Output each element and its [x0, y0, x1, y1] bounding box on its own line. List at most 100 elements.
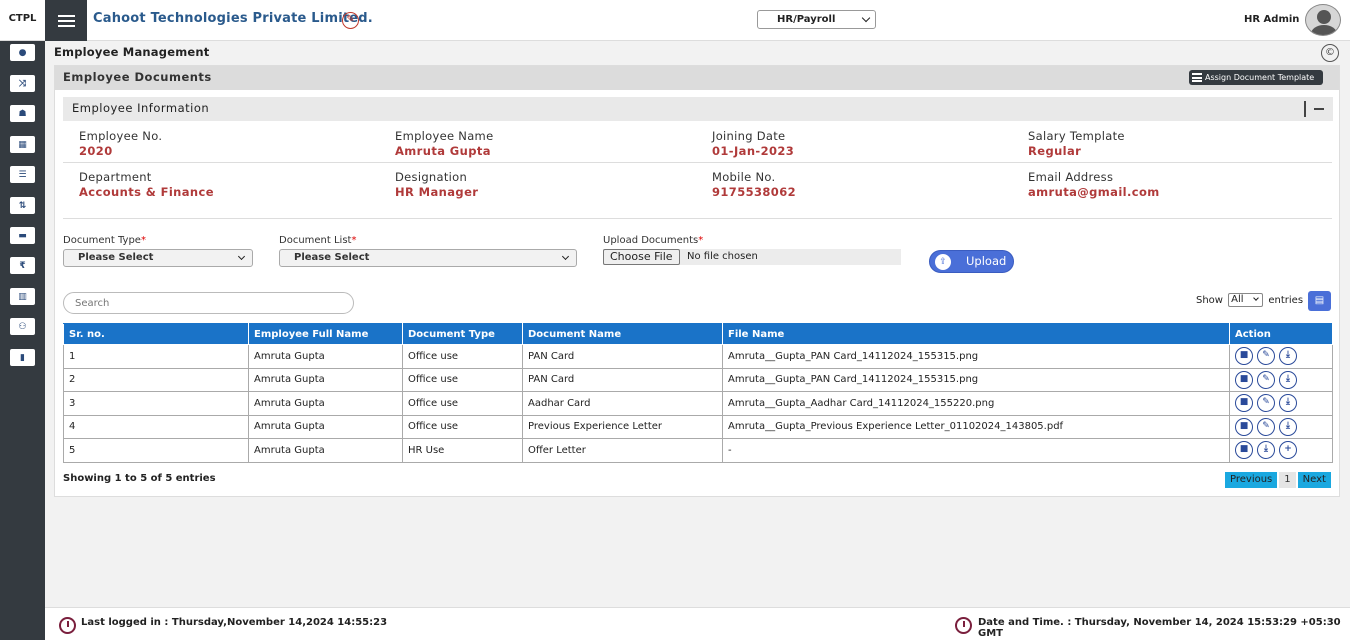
- shuffle-icon[interactable]: ⤨: [10, 75, 35, 92]
- cell-actions: ■ ✎ ⤓: [1229, 391, 1333, 416]
- field-value: HR Manager: [395, 185, 479, 199]
- cell-actions: ■ ✎ ⤓: [1229, 414, 1333, 439]
- cell-type: HR Use: [402, 438, 523, 463]
- page-number[interactable]: 1: [1279, 472, 1296, 488]
- employee-info-header: Employee Information: [63, 97, 1333, 121]
- cell-type: Office use: [402, 344, 523, 369]
- download-icon[interactable]: ⤓: [1279, 370, 1297, 389]
- column-header[interactable]: Employee Full Name: [248, 323, 403, 345]
- field-label: Salary Template: [1028, 129, 1125, 143]
- money-icon[interactable]: ▬: [10, 227, 35, 244]
- delete-icon[interactable]: ■: [1235, 441, 1253, 460]
- calendar-icon[interactable]: ▦: [10, 136, 35, 153]
- choose-file-button[interactable]: Choose File: [603, 249, 680, 265]
- clock-icon: [59, 617, 76, 634]
- required-mark: *: [351, 235, 357, 246]
- delete-icon[interactable]: ■: [1235, 347, 1253, 366]
- column-header[interactable]: Sr. no.: [63, 323, 249, 345]
- list-icon: [1192, 73, 1202, 82]
- download-icon[interactable]: ⤓: [1279, 417, 1297, 436]
- current-datetime: Date and Time. : Thursday, November 14, …: [978, 617, 1341, 639]
- cell-sr: 1: [63, 344, 249, 369]
- cell-file: Amruta__Gupta_Aadhar Card_14112024_15522…: [722, 391, 1230, 416]
- export-excel-icon[interactable]: ▤: [1308, 291, 1331, 311]
- top-bar: CTPL Cahoot Technologies Private Limited…: [0, 0, 1350, 41]
- users-icon[interactable]: ☗: [10, 105, 35, 122]
- download-icon[interactable]: ⤓: [1257, 441, 1275, 460]
- divider: [63, 218, 1332, 219]
- hamburger-icon: [57, 14, 75, 17]
- cell-actions: ■ ✎ ⤓: [1229, 367, 1333, 392]
- entries-value: All: [1231, 294, 1244, 305]
- avatar-body: [1311, 25, 1337, 35]
- sort-icon[interactable]: ⇅: [10, 197, 35, 214]
- document-type-select[interactable]: Please Select: [63, 249, 253, 267]
- delete-icon[interactable]: ■: [1235, 417, 1253, 436]
- module-select-value: HR/Payroll: [777, 14, 836, 25]
- field-label: Mobile No.: [712, 170, 776, 184]
- delete-icon[interactable]: ■: [1235, 394, 1253, 413]
- cell-doc: PAN Card: [522, 367, 723, 392]
- info-icon[interactable]: ●: [10, 44, 35, 61]
- chart-icon[interactable]: ▥: [10, 288, 35, 305]
- cell-name: Amruta Gupta: [248, 414, 403, 439]
- no-file-text: No file chosen: [687, 251, 758, 262]
- cell-actions: ■ ✎ ⤓: [1229, 344, 1333, 369]
- clock-icon: [955, 617, 972, 634]
- divider: [63, 162, 1332, 163]
- field-value: Accounts & Finance: [79, 185, 214, 199]
- cell-name: Amruta Gupta: [248, 438, 403, 463]
- column-header[interactable]: Document Name: [522, 323, 723, 345]
- column-header[interactable]: File Name: [722, 323, 1230, 345]
- field-value: 01-Jan-2023: [712, 144, 795, 158]
- cell-doc: Offer Letter: [522, 438, 723, 463]
- column-header[interactable]: Document Type: [402, 323, 523, 345]
- copyright-icon[interactable]: ©: [1321, 44, 1339, 62]
- field-email-address: Email Address amruta@gmail.com: [1028, 170, 1160, 199]
- rupee-icon[interactable]: ₹: [10, 257, 35, 274]
- field-label: Employee No.: [79, 129, 163, 143]
- documents-table: Sr. no. Employee Full Name Document Type…: [63, 323, 1333, 463]
- download-icon[interactable]: ⤓: [1279, 394, 1297, 413]
- search-input[interactable]: [63, 292, 354, 314]
- menu-toggle-button[interactable]: [45, 0, 87, 41]
- edit-icon[interactable]: ✎: [1257, 394, 1275, 413]
- cell-file: Amruta__Gupta_Previous Experience Letter…: [722, 414, 1230, 439]
- document-type-label: Document Type*: [63, 235, 146, 246]
- table-row: 2 Amruta Gupta Office use PAN Card Amrut…: [63, 367, 1333, 392]
- next-button[interactable]: Next: [1297, 472, 1331, 488]
- employee-documents-panel: Employee Documents Assign Document Templ…: [54, 65, 1340, 497]
- edit-icon[interactable]: ✎: [1257, 370, 1275, 389]
- edit-icon[interactable]: ✎: [1257, 347, 1275, 366]
- cell-doc: Aadhar Card: [522, 391, 723, 416]
- entries-select[interactable]: All: [1228, 293, 1264, 307]
- download-icon[interactable]: ⤓: [1279, 347, 1297, 366]
- label-text: Document Type: [63, 235, 141, 246]
- previous-button[interactable]: Previous: [1225, 472, 1278, 488]
- field-label: Email Address: [1028, 170, 1114, 184]
- delete-icon[interactable]: ■: [1235, 370, 1253, 389]
- edit-company-icon[interactable]: ✎: [342, 12, 359, 29]
- upload-button[interactable]: ⇪ Upload: [929, 250, 1014, 273]
- collapse-minus-icon[interactable]: [1314, 108, 1324, 110]
- avatar[interactable]: [1305, 4, 1341, 36]
- app-short-name: CTPL: [8, 13, 37, 24]
- document-list-select[interactable]: Please Select: [279, 249, 577, 267]
- bookmark-icon[interactable]: ▮: [10, 349, 35, 366]
- cell-sr: 3: [63, 391, 249, 416]
- field-value: Amruta Gupta: [395, 144, 491, 158]
- org-chart-icon[interactable]: ⚇: [10, 318, 35, 335]
- last-logged-in: Last logged in : Thursday,November 14,20…: [81, 617, 388, 628]
- table-row: 1 Amruta Gupta Office use PAN Card Amrut…: [63, 344, 1333, 369]
- cell-actions: ■ ⤓ +: [1229, 438, 1333, 463]
- assign-document-template-button[interactable]: Assign Document Template: [1189, 70, 1323, 85]
- edit-icon[interactable]: ✎: [1257, 417, 1275, 436]
- list-icon[interactable]: ☰: [10, 166, 35, 183]
- add-icon[interactable]: +: [1279, 441, 1297, 460]
- chevron-down-icon: [237, 252, 246, 261]
- cell-file: -: [722, 438, 1230, 463]
- field-department: Department Accounts & Finance: [79, 170, 214, 199]
- panel-title: Employee Documents: [63, 70, 212, 84]
- file-input: Choose File No file chosen: [603, 249, 901, 265]
- module-select[interactable]: HR/Payroll: [757, 10, 876, 29]
